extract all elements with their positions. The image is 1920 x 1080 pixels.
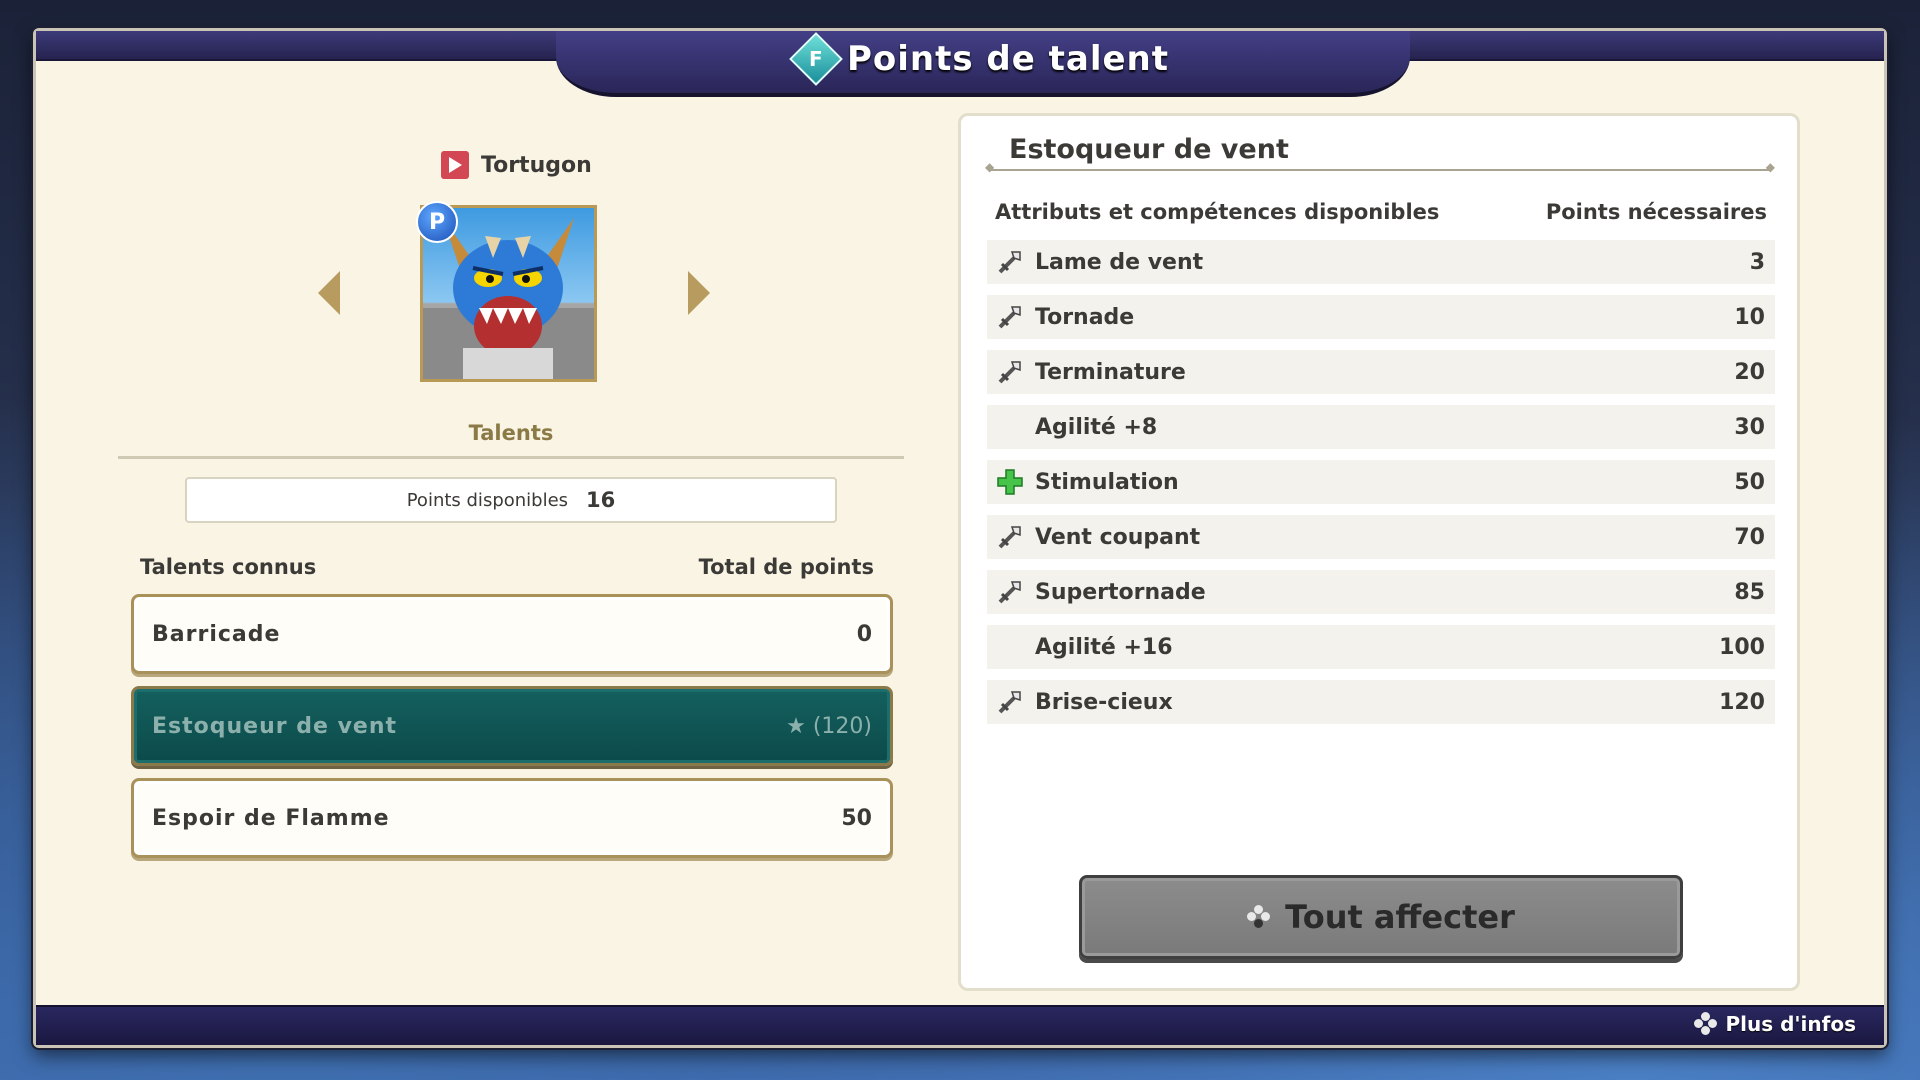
title-tab: F Points de talent: [556, 31, 1410, 97]
controller-dpad-icon: [1247, 905, 1271, 929]
sword-icon: [995, 577, 1025, 607]
talent-name: Barricade: [152, 621, 281, 647]
red-flag-icon: [441, 151, 469, 179]
green-cross-icon: [995, 467, 1025, 497]
next-character-arrow-icon[interactable]: [688, 271, 710, 315]
talent-window: F Points de talent Tortugon P Talents Po…: [33, 28, 1887, 1048]
skill-row[interactable]: Agilité +8 30: [987, 405, 1775, 449]
skill-name: Stimulation: [1035, 469, 1179, 495]
skill-points: 70: [1734, 524, 1765, 550]
talent-detail-panel: Estoqueur de vent Attributs et compétenc…: [958, 113, 1800, 991]
talent-row-estoqueur-de-vent[interactable]: Estoqueur de vent ★ (120): [131, 686, 893, 766]
skill-points: 20: [1734, 359, 1765, 385]
skill-name: Tornade: [1035, 304, 1135, 330]
detail-title: Estoqueur de vent: [1009, 134, 1289, 165]
talent-name: Espoir de Flamme: [152, 805, 390, 831]
skill-row[interactable]: Brise-cieux 120: [987, 680, 1775, 724]
sword-icon: [995, 357, 1025, 387]
more-info-button[interactable]: Plus d'infos: [1693, 1012, 1857, 1036]
bottom-bar: Plus d'infos: [36, 1005, 1884, 1045]
talent-name: Estoqueur de vent: [152, 713, 398, 739]
sword-icon: [995, 247, 1025, 277]
skill-name: Vent coupant: [1035, 524, 1201, 550]
available-points-label: Points disponibles: [406, 489, 569, 511]
talent-row-barricade[interactable]: Barricade 0: [131, 594, 893, 674]
skill-row[interactable]: Supertornade 85: [987, 570, 1775, 614]
divider: [985, 160, 1775, 174]
skills-column-header: Attributs et compétences disponibles: [995, 200, 1440, 224]
skill-row[interactable]: Stimulation 50: [987, 460, 1775, 504]
skill-points: 3: [1749, 249, 1765, 275]
talent-points: 50: [841, 805, 872, 831]
previous-character-arrow-icon[interactable]: [318, 271, 340, 315]
sword-icon: [995, 522, 1025, 552]
sword-icon: [995, 687, 1025, 717]
talent-row-espoir-de-flamme[interactable]: Espoir de Flamme 50: [131, 778, 893, 858]
skill-name: Agilité +8: [1035, 414, 1158, 440]
page-title: Points de talent: [846, 39, 1170, 79]
skill-name: Terminature: [1035, 359, 1186, 385]
available-points-box: Points disponibles 16: [185, 477, 837, 523]
sword-icon: [995, 302, 1025, 332]
character-name-row: Tortugon: [441, 151, 592, 179]
talent-points-mastered: ★ (120): [786, 713, 872, 739]
points-column-header: Points nécessaires: [1545, 200, 1767, 224]
skill-points: 85: [1734, 579, 1765, 605]
skill-row[interactable]: Tornade 10: [987, 295, 1775, 339]
skill-name: Supertornade: [1035, 579, 1206, 605]
skill-name: Lame de vent: [1035, 249, 1204, 275]
skill-points: 50: [1734, 469, 1765, 495]
skill-points: 100: [1719, 634, 1765, 660]
no-icon: [995, 632, 1025, 662]
skill-name: Agilité +16: [1035, 634, 1173, 660]
skill-row[interactable]: Agilité +16 100: [987, 625, 1775, 669]
skill-row[interactable]: Terminature 20: [987, 350, 1775, 394]
character-name: Tortugon: [481, 152, 592, 178]
talent-diamond-icon: F: [789, 32, 843, 86]
talent-points: 0: [856, 621, 872, 647]
skill-name: Brise-cieux: [1035, 689, 1173, 715]
available-points-value: 16: [586, 488, 616, 512]
skill-points: 30: [1734, 414, 1765, 440]
skill-points: 120: [1719, 689, 1765, 715]
skill-row[interactable]: Vent coupant 70: [987, 515, 1775, 559]
divider: [118, 456, 904, 459]
no-icon: [995, 412, 1025, 442]
known-talents-header: Talents connus: [140, 555, 317, 579]
talents-heading: Talents: [468, 421, 554, 445]
controller-dpad-icon: [1693, 1012, 1718, 1036]
assign-all-label: Tout affecter: [1285, 898, 1515, 936]
skill-row[interactable]: Lame de vent 3: [987, 240, 1775, 284]
more-info-label: Plus d'infos: [1725, 1012, 1857, 1036]
party-badge: P: [416, 201, 458, 243]
total-points-header: Total de points: [698, 555, 874, 579]
assign-all-button[interactable]: Tout affecter: [1079, 875, 1683, 959]
skill-points: 10: [1734, 304, 1765, 330]
